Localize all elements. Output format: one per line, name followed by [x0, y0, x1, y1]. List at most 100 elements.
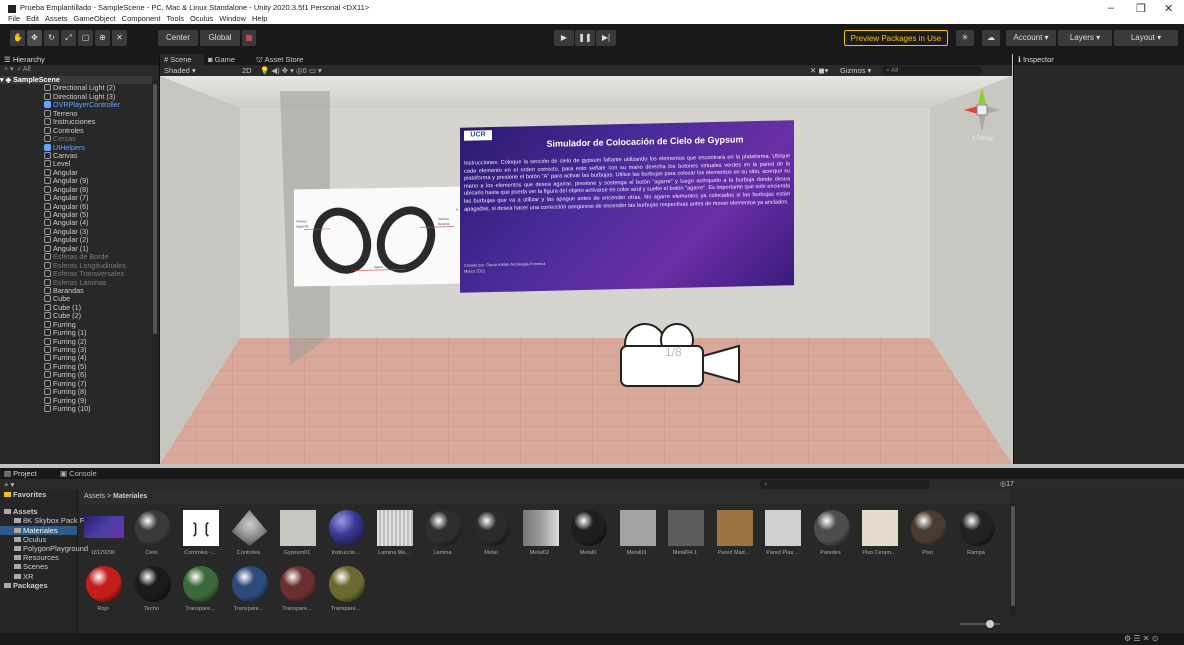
breadcrumb-assets[interactable]: Assets — [84, 493, 105, 500]
project-tree-label: Oculus — [23, 534, 47, 544]
persp-label[interactable]: < Persp — [972, 136, 993, 142]
tab-asset-store[interactable]: ⛫ Asset Store — [256, 54, 326, 65]
project-tree-item[interactable]: PolygonPlayground — [0, 544, 88, 553]
scale-tool-icon[interactable]: ⤢ — [61, 30, 76, 46]
rect-tool-icon[interactable]: ▢ — [78, 30, 93, 46]
orientation-gizmo-icon[interactable] — [956, 84, 1008, 136]
project-tree-item[interactable]: Materiales — [0, 525, 77, 535]
gameobject-icon — [44, 303, 51, 311]
preview-packages-button[interactable]: Preview Packages in Use — [844, 30, 948, 46]
menu-help[interactable]: Help — [252, 14, 267, 23]
pivot-global-button[interactable]: Global — [200, 30, 240, 46]
cloud-icon[interactable]: ☁ — [982, 30, 1000, 46]
hidden-packages-count[interactable]: ◎17 — [1000, 480, 1014, 488]
material-thumbnail — [959, 510, 995, 546]
maximize-button[interactable]: ❐ — [1136, 2, 1146, 15]
tab-game[interactable]: ◙ Game — [208, 54, 252, 65]
material-thumbnail — [813, 510, 850, 546]
tools-icon[interactable]: ✕ ◼▾ — [810, 66, 828, 75]
material-thumbnail — [231, 510, 268, 546]
billboard-instructions: Instrucciones: Coloque la sección de cie… — [464, 153, 790, 213]
hierarchy-item[interactable]: Barandas — [0, 286, 152, 295]
scene-view[interactable]: Palanca Izquierda Palanca Derecha Agarre… — [160, 76, 1012, 464]
hierarchy-item[interactable]: Controles — [0, 126, 152, 135]
tab-project[interactable]: ▤ Project — [4, 469, 37, 478]
project-tree-item[interactable]: Oculus — [0, 535, 77, 544]
asset-label: Transpare... — [185, 606, 215, 612]
transform-tool-icon[interactable]: ⊕ — [95, 30, 110, 46]
hierarchy-search[interactable]: + ▾ ⌕ All — [0, 65, 159, 75]
controllers-poster: Palanca Izquierda Palanca Derecha Agarre… — [294, 186, 466, 287]
project-folder-tree: Favorites Assets 8K Skybox Pack Free Materi… — [0, 490, 95, 633]
collab-icon[interactable]: ✳ — [956, 30, 974, 46]
custom-tool-icon[interactable]: ✕ — [112, 30, 127, 46]
project-tree-item[interactable]: XR — [0, 572, 77, 581]
create-button[interactable]: + ▾ — [4, 480, 14, 489]
rotate-tool-icon[interactable]: ↻ — [44, 30, 59, 46]
layout-dropdown[interactable]: Layout ▾ — [1114, 30, 1178, 46]
menu-assets[interactable]: Assets — [45, 14, 68, 23]
minimize-button[interactable]: – — [1108, 2, 1114, 14]
camera-gizmo-icon[interactable]: 1/8 — [615, 316, 745, 396]
hierarchy-item[interactable]: Cube (2) — [0, 312, 152, 320]
2d-toggle[interactable]: 2D — [242, 66, 252, 75]
gameobject-icon — [44, 346, 51, 353]
project-scrollbar[interactable] — [1010, 504, 1016, 616]
menu-oculus[interactable]: Oculus — [190, 14, 213, 23]
hierarchy-item[interactable]: Canvas — [0, 151, 152, 160]
project-tree-item[interactable]: Packages — [0, 581, 77, 590]
asset-grid: 18129290 Cielo ❳❲ Controles -... Controles Gy… — [80, 504, 1010, 633]
scene-view-options[interactable]: 💡 ◀) ✥ ▾ ◎0 ▭ ▾ — [260, 66, 322, 75]
menu-window[interactable]: Window — [219, 14, 246, 23]
hierarchy-panel: ☰ Hierarchy + ▾ ⌕ All ▾ ◈ SampleScene Di… — [0, 54, 160, 464]
folder-icon — [14, 545, 21, 551]
menu-component[interactable]: Component — [122, 14, 161, 23]
shading-dropdown[interactable]: Shaded ▾ — [164, 66, 196, 75]
hand-tool-icon[interactable]: ✋ — [10, 30, 25, 46]
inspector-tab[interactable]: ℹ Inspector — [1014, 54, 1184, 65]
asset-label: Transpare... — [330, 606, 361, 612]
billboard-date: Marzo 2021 — [464, 268, 486, 274]
project-tree-item[interactable]: 8K Skybox Pack Free — [0, 516, 95, 525]
project-tree-item[interactable]: Favorites — [0, 490, 77, 499]
status-icons[interactable]: ⚙ ☰ ✕ ⊙ — [1124, 634, 1158, 643]
step-button[interactable]: ▶| — [596, 30, 616, 46]
project-tree-item[interactable]: Assets — [0, 507, 77, 516]
material-thumbnail — [425, 510, 462, 546]
project-tree-item[interactable]: Resources — [0, 553, 77, 562]
close-button[interactable]: ✕ — [1164, 2, 1173, 15]
tab-scene[interactable]: # Scene — [160, 54, 204, 65]
pivot-center-button[interactable]: Center — [158, 30, 198, 46]
asset-label: Metal02 — [529, 550, 550, 556]
play-button[interactable]: ▶ — [554, 30, 574, 46]
menu-gameobject[interactable]: GameObject — [74, 14, 116, 23]
menu-file[interactable]: File — [8, 14, 20, 23]
gameobject-icon — [44, 92, 51, 100]
gameobject-icon — [44, 194, 51, 202]
pause-button[interactable]: ❚❚ — [575, 30, 595, 46]
asset-label: Piso Ceram... — [862, 550, 896, 556]
breadcrumb-materiales[interactable]: Materiales — [113, 493, 147, 500]
project-search-input[interactable]: ⌕ — [760, 480, 930, 489]
hierarchy-item[interactable]: Furring (10) — [0, 404, 152, 413]
asset-label: Metal04 1 — [672, 550, 698, 556]
grid-snap-icon[interactable]: ▦ — [242, 30, 256, 46]
project-tree-label: Favorites — [13, 490, 47, 499]
account-dropdown[interactable]: Account ▾ — [1006, 30, 1056, 46]
move-tool-icon[interactable]: ✥ — [27, 30, 42, 46]
gameobject-icon — [44, 396, 51, 404]
tab-console[interactable]: ▣ Console — [60, 469, 97, 478]
menu-tools[interactable]: Tools — [166, 14, 184, 23]
hierarchy-tab[interactable]: ☰ Hierarchy — [0, 54, 159, 65]
asset-label: Cielo — [145, 550, 158, 556]
layers-dropdown[interactable]: Layers ▾ — [1058, 30, 1112, 46]
gameobject-icon — [44, 202, 51, 210]
project-tree-item[interactable]: Scenes — [0, 562, 77, 571]
gizmos-dropdown[interactable]: Gizmos ▾ — [840, 66, 871, 75]
gameobject-icon — [44, 143, 51, 151]
scene-search-input[interactable]: ⌕ All — [882, 66, 982, 75]
asset-label: Rojo — [97, 606, 109, 612]
menu-edit[interactable]: Edit — [26, 14, 39, 23]
hierarchy-scrollbar[interactable] — [152, 80, 158, 464]
asset-label: 18129290 — [90, 550, 116, 556]
